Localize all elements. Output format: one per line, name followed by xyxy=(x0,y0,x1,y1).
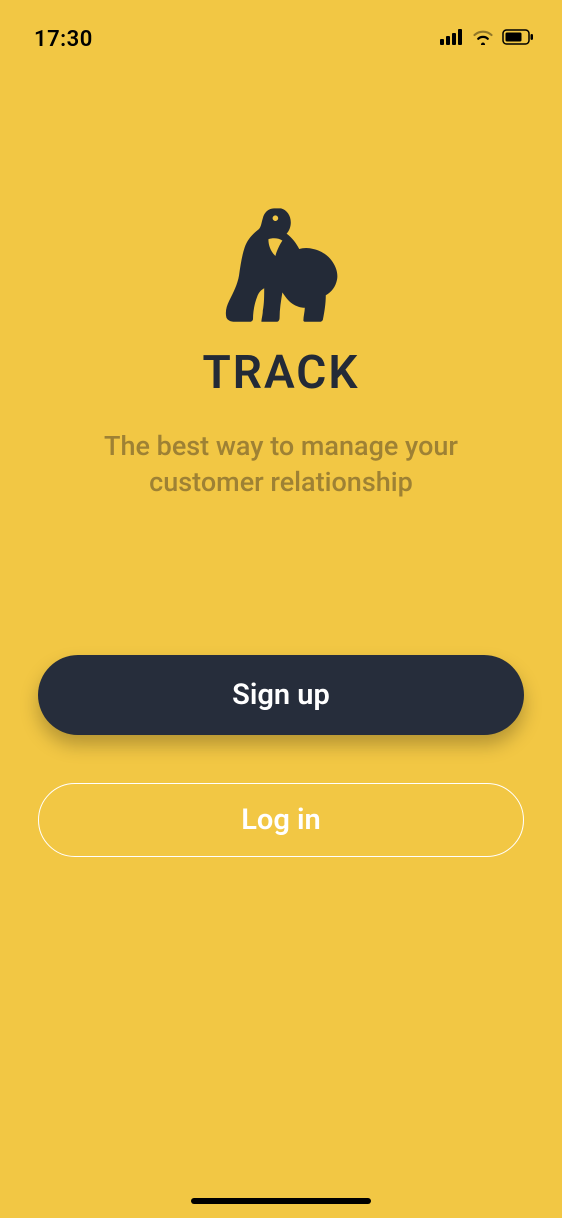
wifi-icon xyxy=(472,29,494,49)
signup-button[interactable]: Sign up xyxy=(38,655,524,735)
gorilla-icon xyxy=(211,200,351,344)
app-name: TRACK xyxy=(202,346,359,400)
welcome-content: TRACK The best way to manage your custom… xyxy=(0,60,562,501)
tagline-line2: customer relationship xyxy=(149,466,413,498)
status-icons xyxy=(440,29,534,49)
logo: TRACK xyxy=(202,200,359,400)
home-indicator[interactable] xyxy=(191,1198,371,1204)
status-bar: 17:30 xyxy=(0,0,562,60)
tagline: The best way to manage your customer rel… xyxy=(64,428,498,501)
battery-icon xyxy=(502,29,534,49)
auth-buttons: Sign up Log in xyxy=(0,655,562,857)
cellular-signal-icon xyxy=(440,29,464,49)
status-time: 17:30 xyxy=(34,27,93,52)
login-button[interactable]: Log in xyxy=(38,783,524,857)
tagline-line1: The best way to manage your xyxy=(104,430,458,462)
